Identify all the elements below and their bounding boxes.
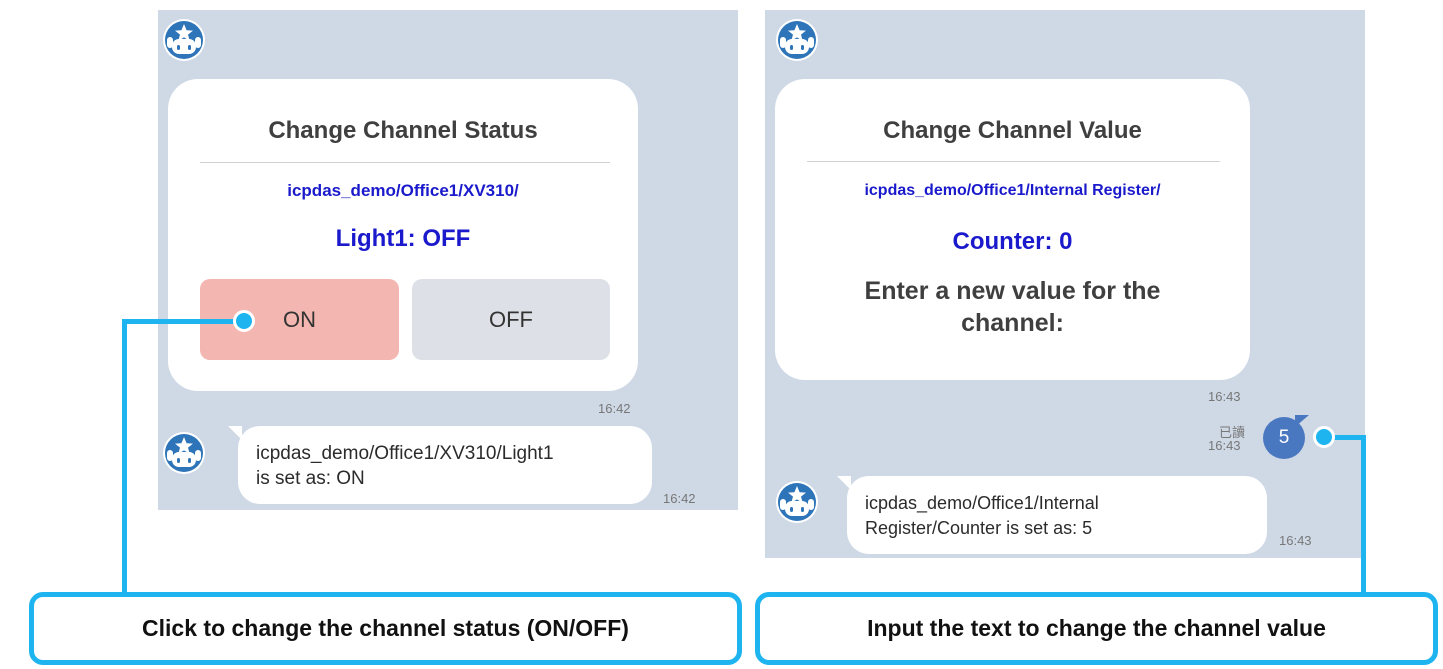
reply-bubble: icpdas_demo/Office1/Internal Register/Co…	[847, 476, 1267, 554]
prompt-line-1: Enter a new value for the	[864, 277, 1161, 305]
status-card: Change Channel Status icpdas_demo/Office…	[168, 79, 638, 391]
channel-path: icpdas_demo/Office1/Internal Register/	[864, 182, 1161, 199]
reply-time: 16:42	[663, 491, 696, 506]
card-divider	[807, 161, 1220, 162]
reply-line-2: is set as: ON	[256, 468, 365, 489]
off-button[interactable]: OFF	[412, 279, 610, 360]
user-message-time: 16:43	[1208, 438, 1241, 453]
connector-dot	[1313, 426, 1335, 448]
reply-time: 16:43	[1279, 533, 1312, 548]
right-chat-panel: Change Channel Value icpdas_demo/Office1…	[765, 10, 1365, 558]
prompt-line-2: channel:	[961, 309, 1064, 337]
connector-line	[122, 319, 127, 596]
connector-dot	[233, 310, 255, 332]
robot-star-icon	[162, 431, 206, 475]
reply-line-1: icpdas_demo/Office1/XV310/Light1	[256, 443, 554, 464]
left-chat-panel: Change Channel Status icpdas_demo/Office…	[158, 10, 738, 510]
channel-status: Counter: 0	[952, 228, 1073, 255]
robot-star-icon	[775, 480, 819, 524]
message-time: 16:42	[598, 401, 631, 416]
message-time: 16:43	[1208, 389, 1241, 404]
right-callout: Input the text to change the channel val…	[755, 592, 1438, 665]
channel-status: Light1: OFF	[335, 225, 471, 252]
reply-line-1: icpdas_demo/Office1/Internal	[865, 493, 1099, 513]
card-title: Change Channel Status	[268, 117, 538, 144]
card-divider	[200, 162, 610, 163]
robot-star-icon	[775, 18, 819, 62]
reply-bubble: icpdas_demo/Office1/XV310/Light1 is set …	[238, 426, 652, 504]
card-title: Change Channel Value	[883, 117, 1142, 144]
robot-star-icon	[162, 18, 206, 62]
value-card: Change Channel Value icpdas_demo/Office1…	[775, 79, 1250, 380]
left-callout: Click to change the channel status (ON/O…	[29, 592, 742, 665]
bubble-tail	[1295, 415, 1309, 427]
reply-line-2: Register/Counter is set as: 5	[865, 518, 1093, 538]
connector-line	[122, 319, 244, 324]
channel-path: icpdas_demo/Office1/XV310/	[287, 181, 519, 200]
connector-line	[1361, 435, 1366, 596]
